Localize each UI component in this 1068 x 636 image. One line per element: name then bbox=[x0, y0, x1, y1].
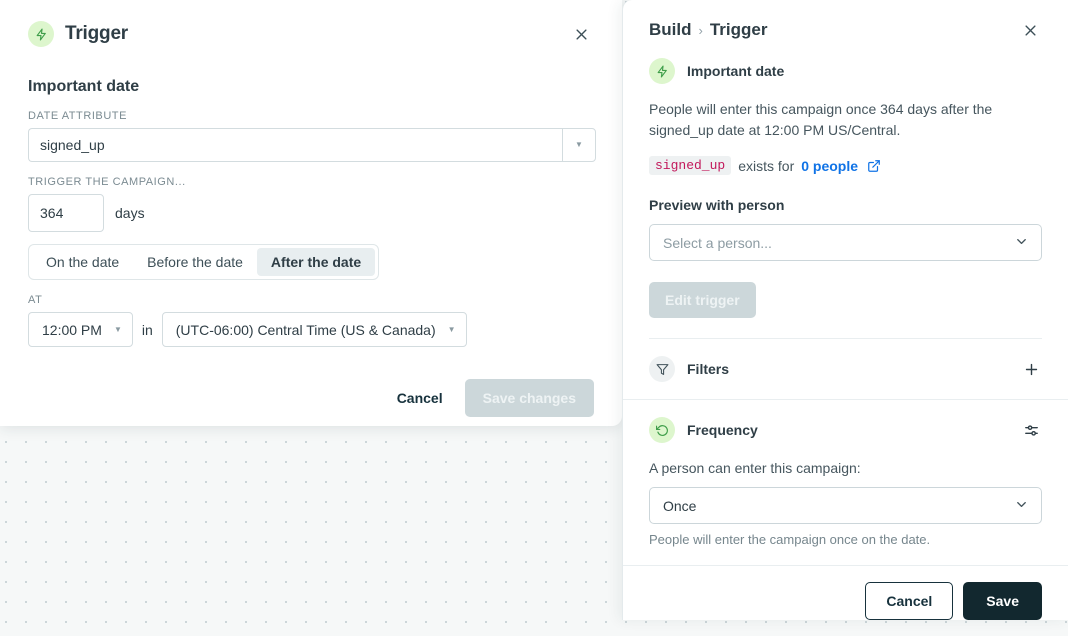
frequency-label: Frequency bbox=[687, 422, 1020, 438]
time-select[interactable]: 12:00 PM ▼ bbox=[28, 312, 133, 347]
chevron-down-icon: ▼ bbox=[114, 326, 122, 334]
lightning-bolt-icon bbox=[28, 21, 54, 47]
edit-trigger-button[interactable]: Edit trigger bbox=[649, 282, 756, 318]
date-attribute-row: ▼ bbox=[28, 128, 596, 162]
trigger-panel: Trigger Important date DATE ATTRIBUTE ▼ … bbox=[0, 0, 622, 426]
person-select[interactable]: Select a person... bbox=[649, 224, 1042, 261]
breadcrumb-root[interactable]: Build bbox=[649, 20, 692, 40]
person-select-placeholder: Select a person... bbox=[663, 235, 772, 251]
side-panel-footer: Cancel Save bbox=[623, 565, 1068, 636]
date-offset-segmented-control: On the date Before the date After the da… bbox=[28, 244, 379, 280]
date-attribute-label: DATE ATTRIBUTE bbox=[28, 110, 594, 122]
frequency-select[interactable]: Once bbox=[649, 487, 1042, 524]
chevron-down-icon: ▼ bbox=[448, 326, 456, 334]
chevron-down-icon bbox=[1014, 497, 1029, 515]
plus-icon[interactable] bbox=[1020, 358, 1042, 380]
lightning-bolt-icon bbox=[649, 58, 675, 84]
attribute-status-text: exists for bbox=[738, 158, 794, 174]
page-title: Trigger bbox=[65, 23, 128, 45]
close-icon[interactable] bbox=[1018, 18, 1042, 42]
date-attribute-dropdown-button[interactable]: ▼ bbox=[562, 128, 596, 162]
sliders-icon[interactable] bbox=[1020, 419, 1042, 441]
section-title: Important date bbox=[28, 78, 594, 96]
side-panel-subhead: Important date bbox=[649, 58, 1042, 84]
side-panel: Build › Trigger Important date People wi… bbox=[622, 0, 1068, 620]
timezone-select-value: (UTC-06:00) Central Time (US & Canada) bbox=[176, 322, 436, 338]
save-button[interactable]: Save bbox=[963, 582, 1042, 620]
days-row: days bbox=[28, 194, 594, 232]
segment-before-the-date[interactable]: Before the date bbox=[133, 248, 257, 276]
people-count-link[interactable]: 0 people bbox=[801, 158, 858, 174]
breadcrumb: Build › Trigger bbox=[649, 20, 1042, 40]
attribute-code-badge: signed_up bbox=[649, 156, 731, 175]
trigger-panel-header: Trigger bbox=[28, 0, 594, 68]
close-icon[interactable] bbox=[568, 21, 594, 47]
at-label: AT bbox=[28, 294, 594, 306]
cancel-button[interactable]: Cancel bbox=[393, 384, 447, 412]
segment-after-the-date[interactable]: After the date bbox=[257, 248, 375, 276]
attribute-status: signed_up exists for 0 people bbox=[649, 156, 1042, 175]
filter-funnel-icon bbox=[649, 356, 675, 382]
at-joiner-label: in bbox=[142, 322, 153, 338]
chevron-down-icon: ▼ bbox=[575, 141, 583, 149]
side-panel-head: Build › Trigger Important date People wi… bbox=[623, 0, 1068, 339]
days-input[interactable] bbox=[28, 194, 104, 232]
timezone-select[interactable]: (UTC-06:00) Central Time (US & Canada) ▼ bbox=[162, 312, 467, 347]
frequency-hint: People will enter the campaign once on t… bbox=[649, 532, 1042, 547]
frequency-section-body: A person can enter this campaign: Once P… bbox=[623, 443, 1068, 565]
breadcrumb-separator: › bbox=[699, 23, 703, 38]
at-row: 12:00 PM ▼ in (UTC-06:00) Central Time (… bbox=[28, 312, 594, 347]
frequency-section-header[interactable]: Frequency bbox=[623, 400, 1068, 443]
segment-on-the-date[interactable]: On the date bbox=[32, 248, 133, 276]
external-link-icon[interactable] bbox=[867, 159, 881, 173]
breadcrumb-current: Trigger bbox=[710, 20, 768, 40]
trigger-description: People will enter this campaign once 364… bbox=[649, 99, 1019, 141]
refresh-rotate-icon bbox=[649, 417, 675, 443]
cancel-button[interactable]: Cancel bbox=[865, 582, 953, 620]
chevron-down-icon bbox=[1014, 234, 1029, 252]
save-changes-button[interactable]: Save changes bbox=[465, 379, 594, 417]
frequency-select-value: Once bbox=[663, 498, 696, 514]
time-select-value: 12:00 PM bbox=[42, 322, 102, 338]
subhead-label: Important date bbox=[687, 63, 784, 79]
trigger-campaign-label: TRIGGER THE CAMPAIGN... bbox=[28, 176, 594, 188]
frequency-question: A person can enter this campaign: bbox=[649, 460, 1042, 476]
filters-section-header[interactable]: Filters bbox=[623, 339, 1068, 400]
filters-label: Filters bbox=[687, 361, 1020, 377]
date-attribute-input[interactable] bbox=[28, 128, 562, 162]
preview-title: Preview with person bbox=[649, 197, 1042, 213]
trigger-panel-actions: Cancel Save changes bbox=[28, 379, 594, 417]
days-unit-label: days bbox=[115, 205, 145, 221]
